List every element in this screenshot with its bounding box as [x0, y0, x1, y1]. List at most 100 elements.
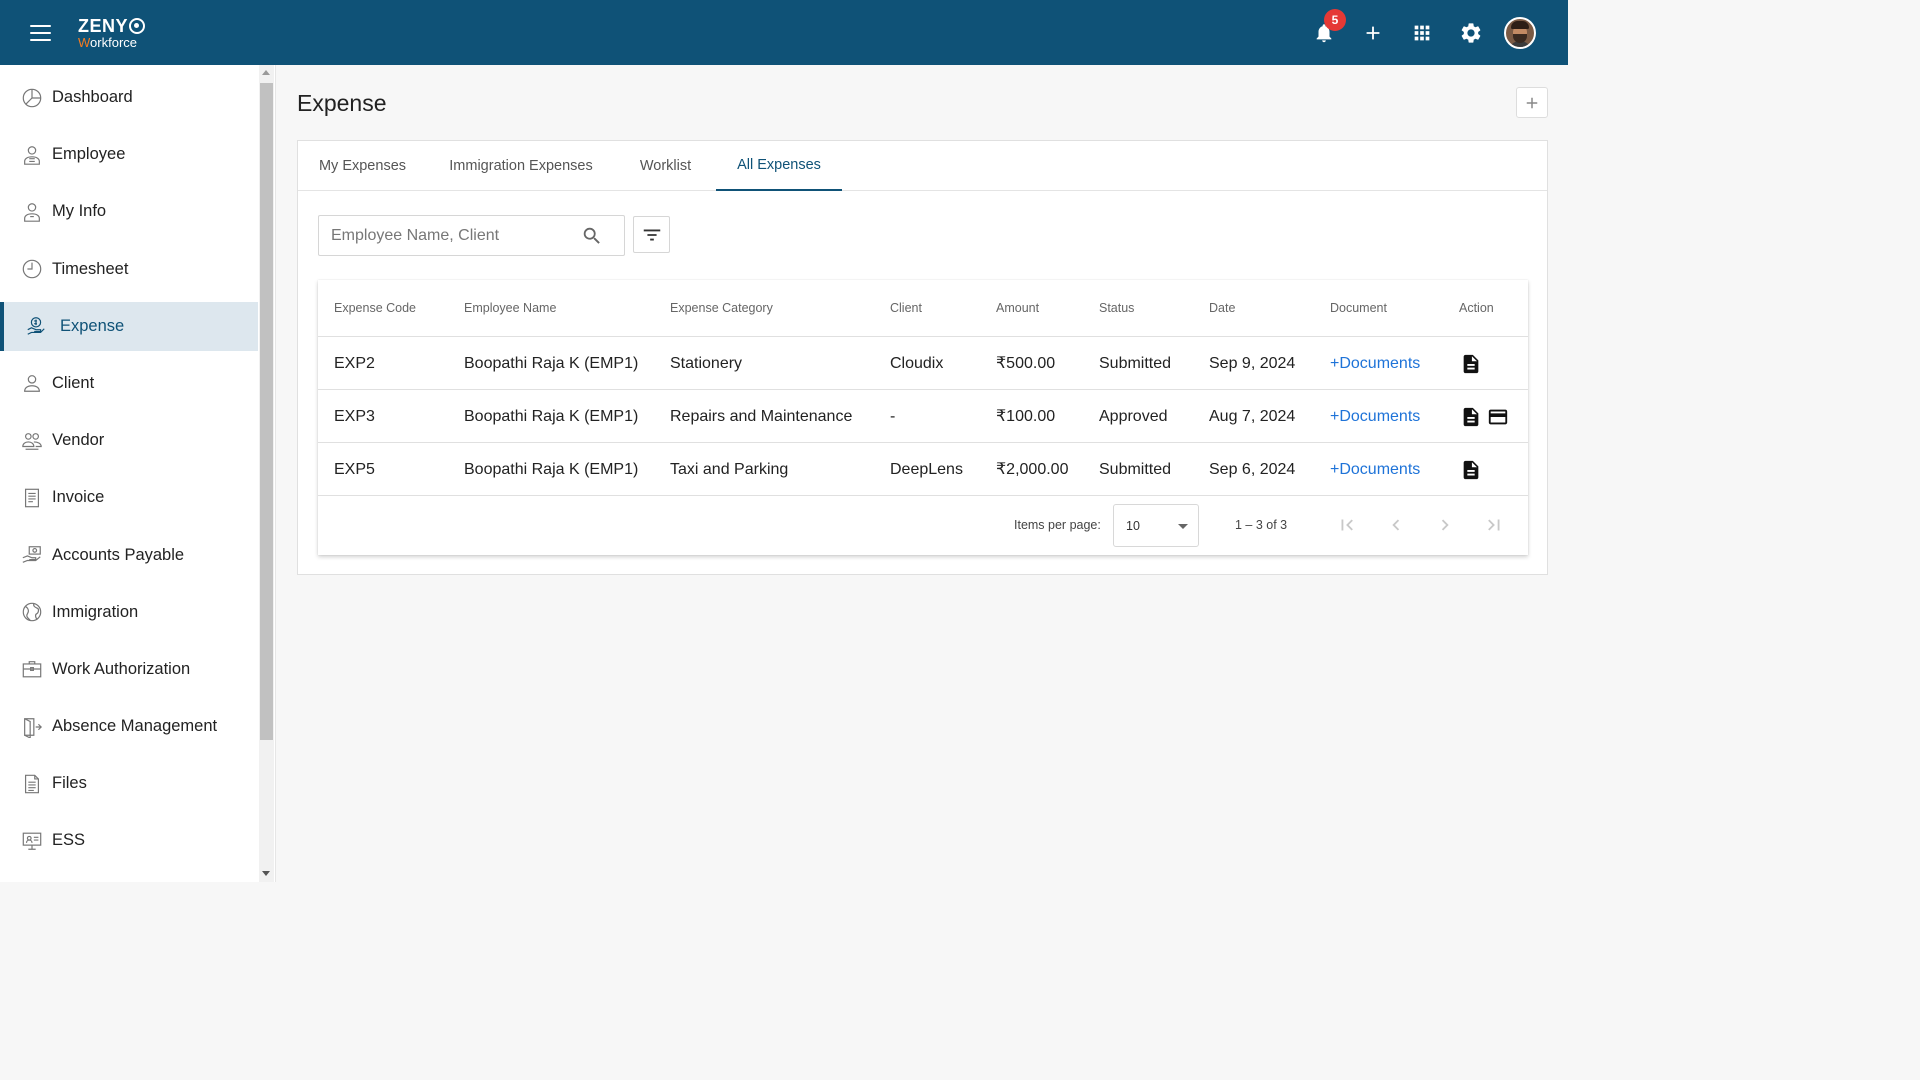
- last-page-button[interactable]: [1481, 512, 1507, 538]
- sidebar-item-label: Vendor: [52, 431, 105, 450]
- sidebar-item-employee[interactable]: Employee: [0, 130, 258, 179]
- sidebar-item-label: ESS: [52, 831, 86, 850]
- sidebar-item-vendor[interactable]: Vendor: [0, 416, 258, 465]
- door-exit-icon: [20, 715, 44, 739]
- logo-ring-icon: [129, 18, 146, 34]
- sidebar-item-label: Employee: [52, 145, 126, 164]
- app-logo[interactable]: ZENY Workforce: [78, 17, 146, 49]
- expense-tabs: My Expenses Immigration Expenses Worklis…: [298, 141, 1547, 191]
- sidebar-item-expense[interactable]: Expense: [0, 301, 258, 351]
- add-expense-button[interactable]: [1516, 87, 1548, 118]
- cell-expense-category: Stationery: [670, 355, 743, 372]
- column-header-status[interactable]: Status: [1099, 280, 1134, 337]
- profile-button[interactable]: [1495, 14, 1544, 52]
- cell-status: Approved: [1099, 408, 1168, 425]
- add-documents-link[interactable]: +Documents: [1330, 337, 1420, 390]
- sidebar-item-label: Files: [52, 774, 87, 793]
- document-icon[interactable]: [1460, 406, 1482, 428]
- first-page-button[interactable]: [1334, 512, 1360, 538]
- cell-employee-name: Boopathi Raja K (EMP1): [464, 461, 639, 478]
- notifications-button[interactable]: 5: [1299, 9, 1348, 52]
- column-header-amount[interactable]: Amount: [996, 280, 1039, 337]
- cell-expense-code: EXP5: [334, 461, 375, 478]
- tab-worklist[interactable]: Worklist: [615, 141, 716, 191]
- sidebar-item-label: Absence Management: [52, 717, 218, 736]
- expense-card: My Expenses Immigration Expenses Worklis…: [297, 140, 1548, 575]
- sidebar-item-files[interactable]: Files: [0, 759, 258, 808]
- scroll-up-arrow-icon[interactable]: [262, 70, 270, 75]
- payment-card-icon[interactable]: [1487, 406, 1509, 428]
- scroll-down-arrow-icon[interactable]: [262, 871, 270, 876]
- avatar: [1503, 17, 1536, 49]
- dashboard-icon: [20, 86, 44, 110]
- sidebar-item-immigration[interactable]: Immigration: [0, 588, 258, 637]
- page-title: Expense: [297, 90, 387, 116]
- column-header-expense-code[interactable]: Expense Code: [334, 280, 416, 337]
- column-header-expense-category[interactable]: Expense Category: [670, 280, 773, 337]
- globe-icon: [20, 600, 44, 624]
- cell-employee-name: Boopathi Raja K (EMP1): [464, 355, 639, 372]
- add-documents-link[interactable]: +Documents: [1330, 390, 1420, 443]
- employee-icon: [20, 143, 44, 167]
- person-icon: [20, 371, 44, 395]
- search-input[interactable]: [319, 216, 574, 255]
- sidebar-item-label: Timesheet: [52, 259, 129, 278]
- vendor-icon: [20, 429, 44, 453]
- sidebar-item-label: Work Authorization: [52, 659, 191, 678]
- column-header-document: Document: [1330, 301, 1387, 315]
- row-actions: [1460, 459, 1482, 481]
- column-header-client[interactable]: Client: [890, 280, 922, 337]
- column-header-employee-name[interactable]: Employee Name: [464, 280, 556, 337]
- items-per-page-select[interactable]: 10: [1113, 504, 1199, 547]
- tab-my-expenses[interactable]: My Expenses: [298, 141, 427, 191]
- sidebar-item-my-info[interactable]: My Info: [0, 187, 258, 236]
- last-page-icon: [1488, 519, 1500, 531]
- sidebar-item-ess[interactable]: ESS: [0, 816, 258, 865]
- cell-date: Sep 6, 2024: [1209, 461, 1296, 478]
- sidebar-item-label: Expense: [60, 316, 125, 335]
- next-page-button[interactable]: [1432, 512, 1458, 538]
- scrollbar-thumb[interactable]: [260, 83, 273, 740]
- settings-button[interactable]: [1446, 14, 1495, 52]
- document-icon[interactable]: [1460, 353, 1482, 375]
- plus-icon: [1366, 26, 1379, 40]
- sidebar-scrollbar[interactable]: [259, 65, 274, 882]
- previous-page-button[interactable]: [1383, 512, 1409, 538]
- tab-all-expenses[interactable]: All Expenses: [716, 141, 842, 191]
- document-icon[interactable]: [1460, 459, 1482, 481]
- sidebar-nav: Dashboard Employee My Info Timesheet Exp…: [0, 73, 258, 874]
- sidebar-item-timesheet[interactable]: Timesheet: [0, 245, 258, 294]
- chevron-right-icon: [1441, 519, 1449, 531]
- apps-button[interactable]: [1397, 14, 1446, 52]
- sidebar-item-absence-management[interactable]: Absence Management: [0, 702, 258, 751]
- invoice-icon: [20, 486, 44, 510]
- cell-status: Submitted: [1099, 461, 1172, 478]
- sidebar-item-invoice[interactable]: Invoice: [0, 473, 258, 522]
- items-per-page-label: Items per page:: [1014, 518, 1101, 532]
- quick-add-button[interactable]: [1348, 14, 1397, 52]
- table-row: EXP5 Boopathi Raja K (EMP1) Taxi and Par…: [318, 443, 1528, 496]
- menu-icon[interactable]: [30, 25, 51, 41]
- paginator: Items per page: 10 1 – 3 of 3: [318, 496, 1528, 555]
- first-page-icon: [1341, 519, 1353, 531]
- file-icon: [20, 772, 44, 796]
- sidebar-item-client[interactable]: Client: [0, 359, 258, 408]
- sidebar-item-accounts-payable[interactable]: Accounts Payable: [0, 531, 258, 580]
- filter-button[interactable]: [633, 216, 670, 253]
- sidebar-item-label: Dashboard: [52, 88, 133, 106]
- add-documents-link[interactable]: +Documents: [1330, 443, 1420, 496]
- table-row: EXP2 Boopathi Raja K (EMP1) Stationery C…: [318, 337, 1528, 390]
- top-app-bar: ZENY Workforce 5: [0, 0, 1568, 65]
- column-header-action: Action: [1459, 301, 1494, 315]
- page-range-label: 1 – 3 of 3: [1235, 518, 1288, 532]
- tab-immigration-expenses[interactable]: Immigration Expenses: [427, 141, 615, 191]
- plus-icon: [1526, 97, 1538, 108]
- briefcase-icon: [20, 657, 44, 681]
- expense-icon: [24, 314, 48, 338]
- sidebar-item-dashboard[interactable]: Dashboard: [0, 73, 258, 122]
- column-header-date[interactable]: Date: [1209, 280, 1235, 337]
- cell-amount: ₹100.00: [996, 408, 1056, 425]
- sidebar-item-work-authorization[interactable]: Work Authorization: [0, 645, 258, 694]
- items-per-page-value: 10: [1126, 519, 1140, 533]
- search-icon[interactable]: [581, 225, 603, 247]
